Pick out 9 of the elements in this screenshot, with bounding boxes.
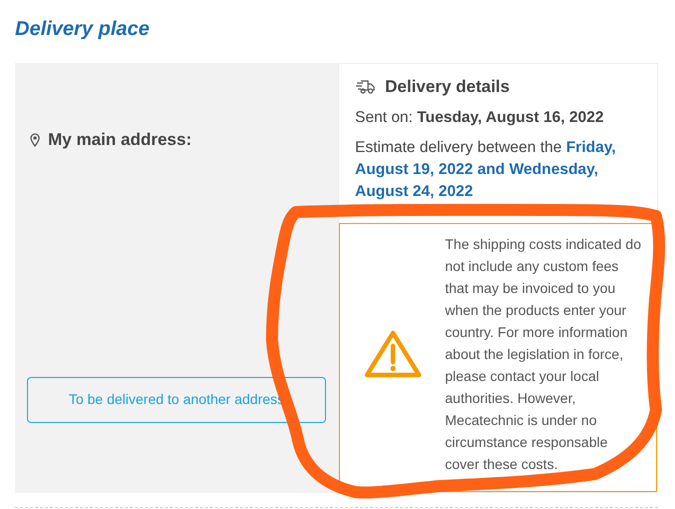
notice-text: The shipping costs indicated do not include any custom fees that may be invoiced to you when the products enter your country. For more information about the legislation in force, please contact your local authorities. However, Mecatechnic is under no circumstance responsable cover these costs.	[445, 234, 642, 474]
warning-icon	[364, 330, 422, 378]
details-heading: Delivery details	[385, 76, 510, 98]
sent-date: Sent on: Tuesday, August 16, 2022	[355, 108, 605, 128]
delivery-estimate: Estimate delivery between the Friday, August 19, 2022 and Wednesday, August 24, 2022	[355, 138, 617, 202]
address-heading: My main address:	[48, 129, 192, 151]
truck-icon	[355, 80, 375, 94]
location-pin-icon	[30, 132, 40, 147]
section-title: Delivery place	[15, 17, 150, 42]
